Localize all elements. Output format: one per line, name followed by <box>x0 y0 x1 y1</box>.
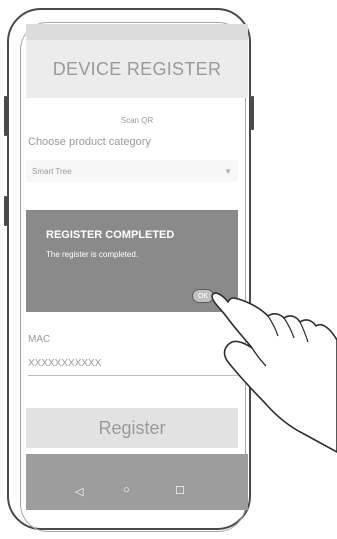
pointing-hand-icon <box>211 292 337 453</box>
